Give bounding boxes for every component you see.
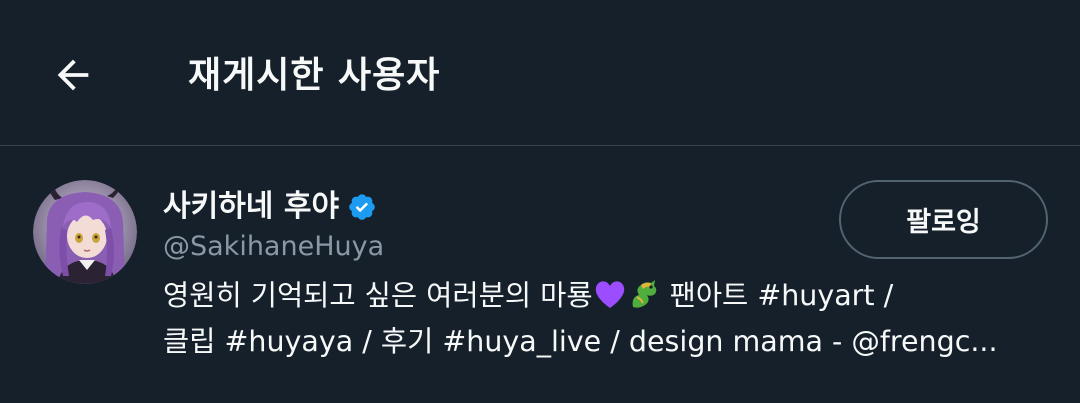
user-handle[interactable]: @SakihaneHuya xyxy=(163,229,384,265)
top-bar: 재게시한 사용자 xyxy=(0,0,1080,146)
verified-badge-icon xyxy=(347,192,377,222)
bio-line-2: 클립 #huyaya / 후기 #huya_live / design mama… xyxy=(163,325,998,358)
user-cell[interactable]: 사키하네 후야 @SakihaneHuya 팔로잉 영원히 기억되고 싶은 여러… xyxy=(0,147,1080,403)
dragon-emoji xyxy=(627,277,661,311)
purple-heart-emoji xyxy=(593,277,627,311)
bio-text-1a: 영원히 기억되고 싶은 여러분의 마룡 xyxy=(163,279,593,312)
bio-line-1: 영원히 기억되고 싶은 여러분의 마룡 팬아트 #huyart / xyxy=(163,273,1053,319)
bio-text-1b: 팬아트 #huyart / xyxy=(660,279,894,312)
avatar[interactable] xyxy=(33,180,137,284)
following-button[interactable]: 팔로잉 xyxy=(839,180,1048,259)
user-bio: 영원히 기억되고 싶은 여러분의 마룡 팬아트 #huyart / 클립 #hu… xyxy=(163,273,1053,365)
display-name-row: 사키하네 후야 xyxy=(163,187,377,227)
back-button[interactable] xyxy=(44,46,102,104)
arrow-left-icon xyxy=(50,52,96,98)
page-title: 재게시한 사용자 xyxy=(188,55,441,96)
display-name[interactable]: 사키하네 후야 xyxy=(163,187,339,227)
